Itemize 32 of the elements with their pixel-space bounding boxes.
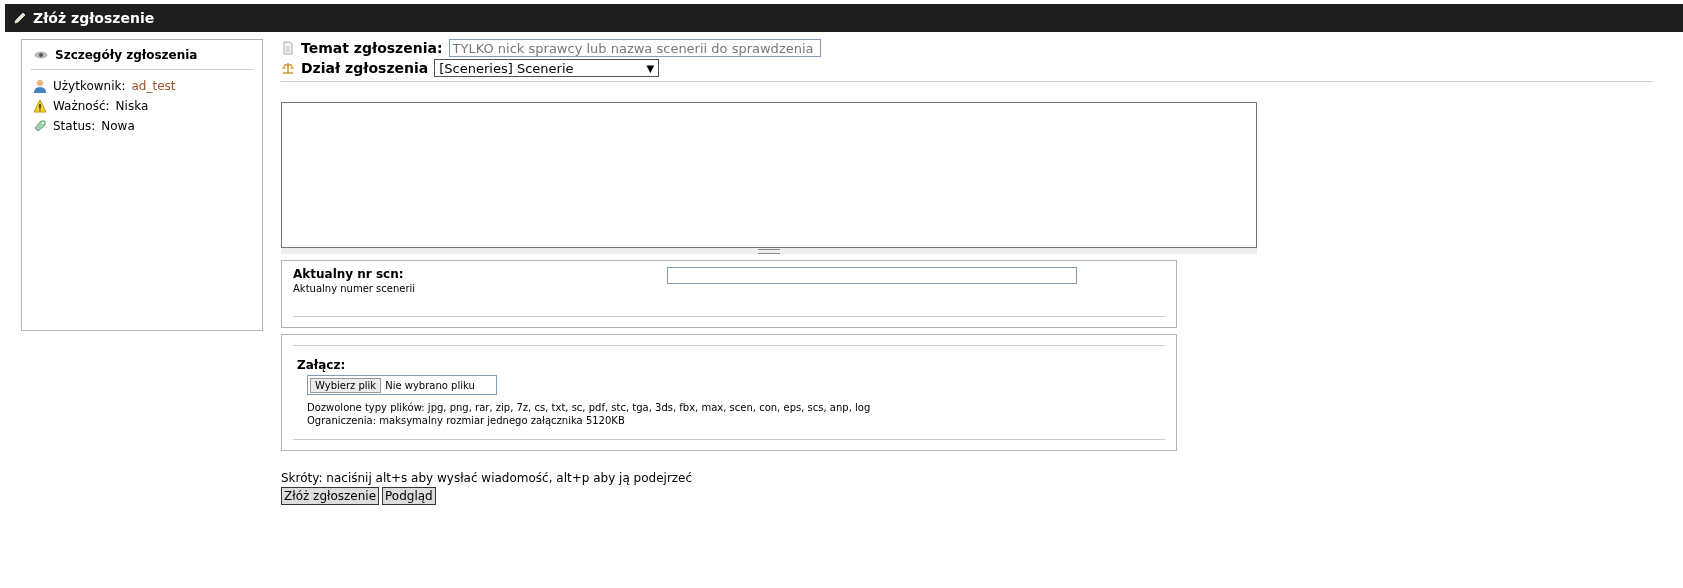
detail-label: Status:	[53, 119, 96, 133]
page-title: Złóż zgłoszenie	[33, 10, 155, 26]
detail-value: Nowa	[101, 119, 135, 133]
attachment-label: Załącz:	[297, 358, 347, 372]
allowed-types-text: Dozwolone typy plików: jpg, png, rar, zip, 7z, cs, txt, sc, pdf, stc, tga, 3ds, fbx, max, scen, con, eps, scs, anp, log	[307, 401, 872, 414]
file-input[interactable]: Wybierz plik Nie wybrano pliku	[307, 375, 497, 395]
subject-field[interactable]: TYLKO nick sprawcy lub nazwa scenerii do sprawdzenia	[448, 39, 821, 57]
field-description: Aktualny numer scenerii	[293, 283, 417, 294]
field-label: Aktualny nr scn:	[293, 267, 405, 281]
choose-file-button[interactable]: Wybierz plik	[310, 377, 382, 393]
detail-value: Niska	[115, 99, 149, 113]
detail-value[interactable]: ad_test	[131, 79, 176, 93]
limits-text: Ograniczenia: maksymalny rozmiar jednego załącznika 5120KB	[307, 414, 626, 427]
scenery-number-field[interactable]	[667, 267, 1077, 284]
subject-label: Temat zgłoszenia:	[301, 40, 443, 56]
document-icon	[281, 41, 295, 55]
category-select[interactable]: [Sceneries] Scenerie ▼	[434, 59, 660, 77]
category-label: Dział zgłoszenia	[301, 60, 429, 76]
detail-label: Ważność:	[53, 99, 110, 113]
detail-label: Użytkownik:	[53, 79, 126, 93]
form-button[interactable]: Złóż zgłoszenie	[281, 487, 379, 505]
pencil-icon	[13, 11, 27, 25]
shortcuts-text: Skróty: naciśnij alt+s aby wysłać wiadomość, alt+p aby ją podejrzeć	[281, 471, 694, 485]
panel-title: Szczegóły zgłoszenia	[55, 48, 198, 62]
file-status: Nie wybrano pliku	[385, 379, 475, 391]
user-icon	[33, 79, 47, 93]
warning-icon	[33, 99, 47, 113]
scales-icon	[281, 61, 295, 75]
form-button[interactable]: Podgląd	[382, 487, 436, 505]
resize-handle[interactable]	[758, 248, 780, 254]
message-field[interactable]	[281, 102, 1257, 248]
tag-icon	[33, 119, 47, 133]
